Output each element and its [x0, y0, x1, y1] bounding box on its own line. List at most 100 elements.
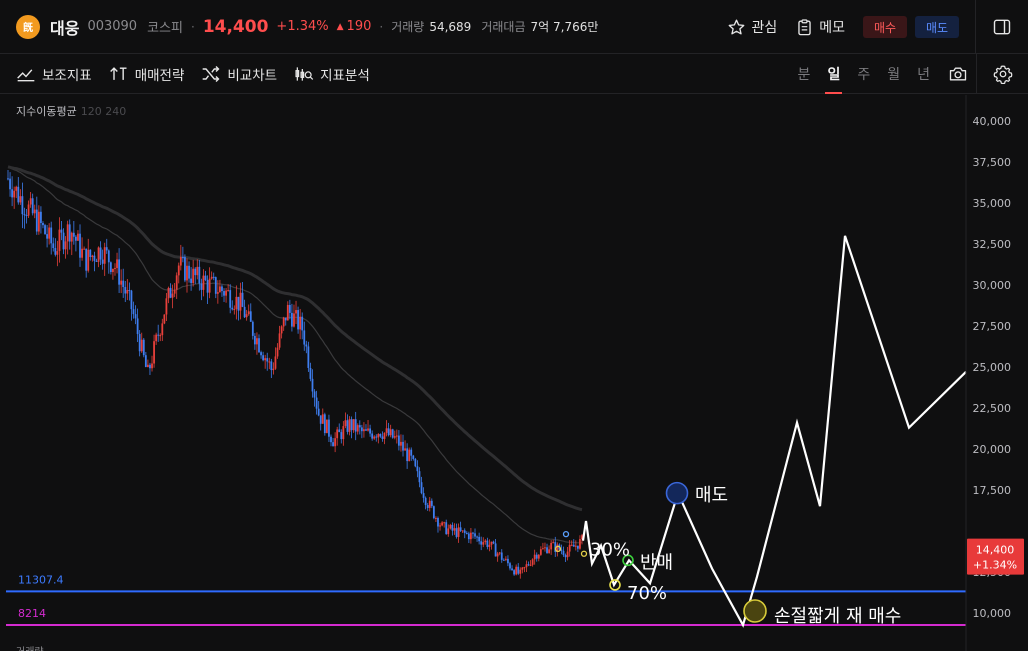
candle-body	[210, 276, 213, 279]
candle-body	[328, 419, 330, 437]
candle-body	[60, 229, 63, 233]
candle-body	[321, 414, 324, 424]
candle-body	[48, 227, 51, 239]
period-year[interactable]: 년	[917, 54, 930, 94]
candle-body	[231, 307, 234, 310]
current-price-tag-rate: +1.34%	[973, 559, 1017, 572]
candle-body	[11, 189, 14, 198]
candle-body	[570, 544, 573, 546]
candle-body	[311, 378, 314, 392]
candle-body	[280, 326, 283, 334]
candle-body	[297, 310, 299, 330]
indicators-button[interactable]: 보조지표	[16, 64, 92, 84]
candle-body	[525, 564, 528, 568]
candle-body	[307, 346, 310, 368]
candle-body	[515, 566, 518, 575]
candle-body	[395, 435, 398, 437]
candle-body	[422, 493, 425, 498]
side-panel-toggle[interactable]	[976, 0, 1028, 54]
candle-body	[381, 436, 384, 439]
candle-body	[474, 533, 476, 537]
annotation-sell: 매도	[695, 485, 728, 506]
candle-body	[157, 334, 160, 336]
watch-button[interactable]: 관심	[727, 17, 777, 37]
amount-label: 거래대금	[481, 20, 526, 34]
candle-body	[533, 554, 536, 560]
candle-body	[241, 292, 244, 307]
current-price-tag-value: 14,400	[976, 544, 1015, 557]
price-chart[interactable]: 11307.4 8214 30% 반매 70% 매도 손절짧게 재 매수 40,000 37…	[0, 95, 1028, 651]
candle-body	[330, 436, 332, 443]
chart-settings-button[interactable]	[976, 54, 1028, 94]
candle-body	[130, 290, 133, 310]
stock-name[interactable]: 대웅	[50, 15, 79, 39]
candle-body	[439, 525, 441, 527]
company-logo-icon: 旣	[16, 14, 40, 39]
candle-body	[81, 248, 83, 258]
candle-body	[356, 425, 359, 432]
period-week[interactable]: 주	[857, 54, 870, 94]
candle-body	[484, 540, 487, 543]
indicator-legend[interactable]: 지수이동평균 120 240	[16, 103, 126, 119]
candle-body	[120, 280, 123, 285]
candle-body	[435, 517, 437, 519]
separator-dot: ·	[190, 19, 195, 34]
candle-body	[103, 247, 106, 264]
period-month[interactable]: 월	[887, 54, 900, 94]
candle-body	[509, 563, 511, 569]
candle-body	[373, 436, 376, 439]
candle-body	[221, 286, 223, 292]
candle-body	[227, 290, 230, 292]
buy-button[interactable]: 매수	[863, 16, 907, 38]
trading-strategy-button[interactable]: 매매전략	[109, 64, 184, 84]
candle-body	[358, 425, 361, 428]
candle-body	[550, 542, 553, 550]
period-selector: 분 일 주 월 년	[781, 54, 968, 94]
ema-240-line	[7, 165, 583, 512]
indicator-analysis-button[interactable]: 지표분석	[294, 64, 370, 84]
marker-sell	[665, 481, 689, 505]
candle-body	[463, 530, 466, 533]
candle-body	[25, 215, 28, 217]
candle-body	[461, 530, 464, 532]
sell-button[interactable]: 매도	[915, 16, 959, 38]
candle-body	[87, 249, 90, 271]
screenshot-button[interactable]	[948, 65, 968, 83]
candles	[7, 169, 583, 579]
candle-body	[134, 314, 137, 319]
candle-body	[233, 309, 236, 311]
y-axis: 40,000 37,500 35,000 32,500 30,000 27,500 25,0…	[965, 95, 1024, 651]
candle-body	[146, 364, 149, 368]
candle-body	[144, 355, 147, 368]
candle-body	[400, 441, 402, 446]
candle-body	[490, 541, 493, 545]
candle-body	[360, 427, 363, 432]
candle-body	[29, 198, 32, 205]
candle-body	[548, 549, 550, 554]
candle-body	[114, 268, 116, 270]
candle-body	[488, 544, 491, 547]
stock-code: 003090	[87, 19, 138, 34]
period-day[interactable]: 일	[825, 54, 843, 94]
candle-body	[449, 524, 452, 529]
up-down-arrows-icon	[109, 66, 127, 80]
y-tick-label: 20,000	[973, 443, 1012, 456]
candle-body	[42, 222, 44, 226]
candle-body	[521, 567, 524, 570]
candle-body	[397, 435, 400, 446]
y-tick-label: 17,500	[973, 484, 1012, 497]
candle-body	[264, 358, 267, 361]
candle-body	[346, 420, 349, 432]
candle-body	[165, 298, 168, 315]
candle-body	[552, 542, 555, 544]
candle-body	[136, 318, 139, 335]
candle-body	[317, 408, 320, 416]
chart-canvas[interactable]: 11307.4 8214 30% 반매 70% 매도손절짧게 재 매수 40,000 37…	[0, 95, 1028, 651]
compare-chart-button[interactable]: 비교차트	[201, 64, 277, 84]
volume-pane-label: 거래량	[16, 643, 44, 651]
candle-body	[323, 414, 326, 434]
period-minute[interactable]: 분	[798, 54, 811, 94]
candle-body	[291, 312, 293, 327]
indicator-name: 지수이동평균	[16, 105, 77, 118]
memo-button[interactable]: 메모	[795, 17, 845, 37]
